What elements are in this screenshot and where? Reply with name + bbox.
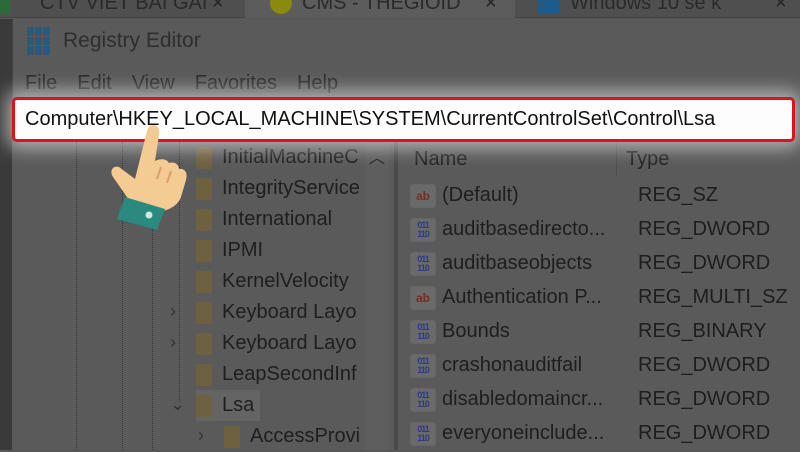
value-type: REG_BINARY xyxy=(638,320,767,342)
value-type: REG_MULTI_SZ xyxy=(638,286,788,308)
tab-label: CTV VIET BAI GAI xyxy=(40,0,208,14)
value-type: REG_DWORD xyxy=(638,218,771,240)
string-value-icon: ab xyxy=(410,285,436,310)
expand-chevron-icon[interactable]: › xyxy=(198,425,204,446)
value-row[interactable]: ab Authentication P... REG_MULTI_SZ xyxy=(410,282,788,313)
tree-item[interactable]: AccessProvi xyxy=(224,421,360,452)
folder-icon xyxy=(196,239,212,262)
registry-editor-icon xyxy=(27,27,53,55)
value-row[interactable]: 011 110 Bounds REG_BINARY xyxy=(410,316,767,347)
tree-item-label: LeapSecondInf xyxy=(222,363,357,385)
value-name: disabledomaincr... xyxy=(442,388,604,410)
binary-value-icon: 011 110 xyxy=(410,319,436,344)
tab-label: Windows 10 se k xyxy=(570,0,722,14)
folder-icon xyxy=(196,177,212,200)
pane-splitter[interactable] xyxy=(394,142,398,450)
browser-tab[interactable]: CMS - THEGIOID × xyxy=(245,0,515,18)
binary-value-icon: 011 110 xyxy=(410,387,436,412)
tree-scrollbar[interactable]: ︿ xyxy=(365,142,389,450)
column-header-name[interactable]: Name xyxy=(414,148,467,171)
value-type: REG_DWORD xyxy=(638,388,771,410)
tree-item[interactable]: InitialMachineC xyxy=(196,142,359,173)
expand-chevron-icon[interactable]: › xyxy=(170,332,176,353)
tree-item-label: IntegrityService xyxy=(222,177,360,199)
value-name: auditbaseobjects xyxy=(442,252,593,274)
column-header-type[interactable]: Type xyxy=(626,148,669,171)
value-type: REG_DWORD xyxy=(638,252,771,274)
tree-item[interactable]: IntegrityService xyxy=(196,173,360,204)
tab-close-icon[interactable]: × xyxy=(212,0,224,15)
tab-close-icon[interactable]: × xyxy=(485,0,497,15)
value-row[interactable]: 011 110 everyoneinclude... REG_DWORD xyxy=(410,418,770,449)
binary-value-icon: 011 110 xyxy=(410,217,436,242)
tree-item-label: KernelVelocity xyxy=(222,270,349,292)
menu-favorites[interactable]: Favorites xyxy=(195,72,277,95)
tab-label: CMS - THEGIOID xyxy=(302,0,461,14)
tree-item-label: Keyboard Layo xyxy=(222,332,357,354)
value-row[interactable]: 011 110 disabledomaincr... REG_DWORD xyxy=(410,384,770,415)
value-name: Bounds xyxy=(442,320,510,342)
tree-item[interactable]: International xyxy=(196,204,332,235)
tree-item-label: InitialMachineC xyxy=(222,146,359,168)
tab-close-icon[interactable]: × xyxy=(775,0,787,15)
tree-item[interactable]: Lsa xyxy=(196,390,261,421)
menu-bar: File Edit View Favorites Help xyxy=(25,72,338,95)
tree-item[interactable]: Keyboard Layo xyxy=(196,328,357,359)
value-name: everyoneinclude... xyxy=(442,422,605,444)
browser-tab[interactable]: CTV VIET BAI GAI × xyxy=(0,0,240,18)
tree-item-label: IPMI xyxy=(222,239,264,261)
values-list: Name Type ab (Default) REG_SZ 011 110 auditb… xyxy=(400,142,800,450)
binary-value-icon: 011 110 xyxy=(410,421,436,446)
tree-item-label: Keyboard Layo xyxy=(222,301,357,323)
string-value-icon: ab xyxy=(410,183,436,208)
menu-file[interactable]: File xyxy=(25,72,57,95)
tree-item[interactable]: LeapSecondInf xyxy=(196,359,357,390)
folder-icon xyxy=(224,425,240,448)
folder-icon xyxy=(196,301,212,324)
value-row[interactable]: ab (Default) REG_SZ xyxy=(410,180,718,211)
folder-icon xyxy=(196,332,212,355)
window-title: Registry Editor xyxy=(63,29,201,52)
tree-item[interactable]: Keyboard Layo xyxy=(196,297,357,328)
value-row[interactable]: 011 110 auditbaseobjects REG_DWORD xyxy=(410,248,770,279)
title-bar: Registry Editor xyxy=(27,27,201,55)
menu-help[interactable]: Help xyxy=(297,72,338,95)
menu-edit[interactable]: Edit xyxy=(77,72,111,95)
value-row[interactable]: 011 110 auditbasedirecto... REG_DWORD xyxy=(410,214,770,245)
expand-chevron-icon[interactable]: › xyxy=(170,301,176,322)
background-window-edge xyxy=(0,19,12,450)
tree-item-label: International xyxy=(222,208,333,230)
browser-tab[interactable]: Windows 10 se k × xyxy=(520,0,800,18)
folder-icon xyxy=(196,394,212,417)
sheets-icon xyxy=(0,0,10,14)
value-type: REG_DWORD xyxy=(638,422,771,444)
value-type: REG_SZ xyxy=(638,184,719,206)
tree-item[interactable]: KernelVelocity xyxy=(196,266,349,297)
folder-icon xyxy=(196,270,212,293)
scroll-up-icon[interactable]: ︿ xyxy=(369,144,385,168)
site-icon xyxy=(538,0,560,14)
browser-tab-strip: CTV VIET BAI GAI × CMS - THEGIOID × Wind… xyxy=(0,0,800,18)
binary-value-icon: 011 110 xyxy=(410,353,436,378)
tree-item-label: Lsa xyxy=(222,394,255,416)
binary-value-icon: 011 110 xyxy=(410,251,436,276)
collapse-chevron-icon[interactable]: ⌄ xyxy=(170,394,185,415)
folder-icon xyxy=(196,363,212,386)
folder-icon xyxy=(196,208,212,231)
value-name: crashonauditfail xyxy=(442,354,583,376)
tree-item[interactable]: IPMI xyxy=(196,235,263,266)
site-icon xyxy=(270,0,292,14)
tree-item-label: AccessProvi xyxy=(250,425,361,447)
value-name: auditbasedirecto... xyxy=(442,218,606,240)
value-row[interactable]: 011 110 crashonauditfail REG_DWORD xyxy=(410,350,770,381)
menu-view[interactable]: View xyxy=(132,72,175,95)
value-type: REG_DWORD xyxy=(638,354,771,376)
folder-icon xyxy=(196,146,212,169)
pointing-hand-icon xyxy=(111,125,187,230)
value-name: (Default) xyxy=(442,184,519,206)
value-name: Authentication P... xyxy=(442,286,602,308)
